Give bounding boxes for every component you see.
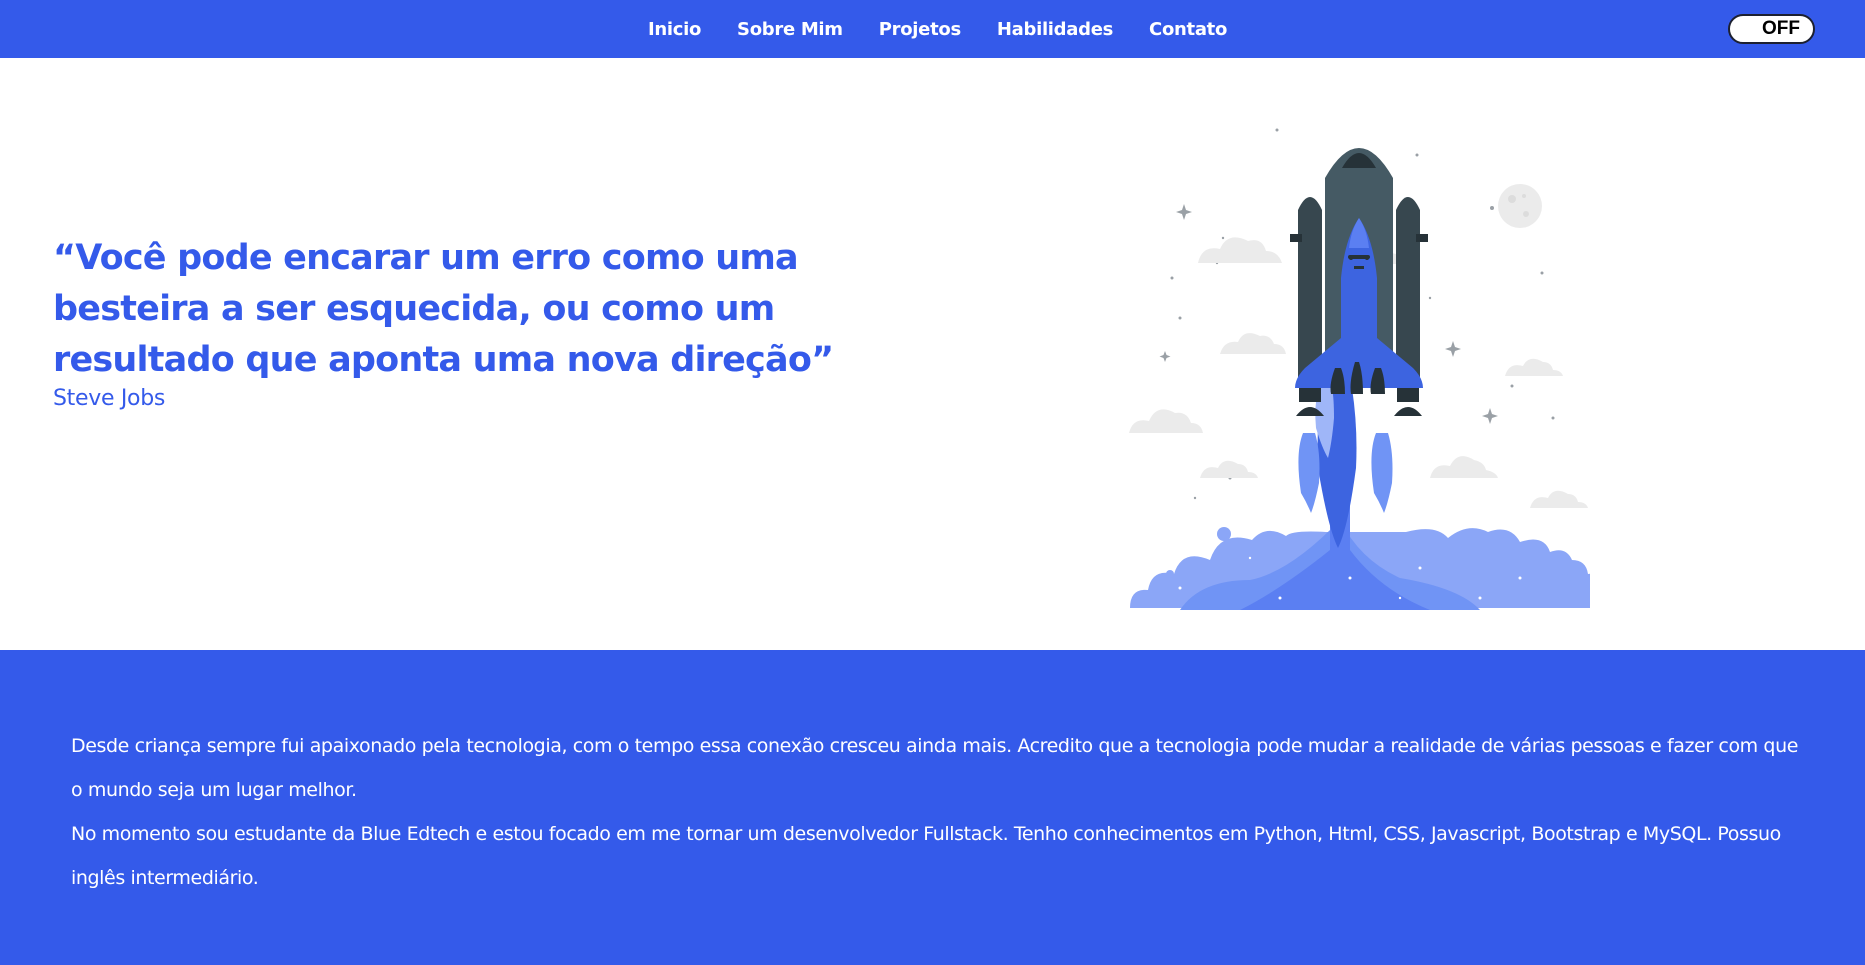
theme-toggle[interactable]: OFF bbox=[1728, 14, 1815, 44]
smoke-icon bbox=[1130, 380, 1590, 610]
hero-quote: “Você pode encarar um erro como uma best… bbox=[53, 238, 834, 380]
nav-links: Inicio Sobre Mim Projetos Habilidades Co… bbox=[0, 0, 1865, 58]
nav-link-contato[interactable]: Contato bbox=[1149, 19, 1227, 40]
nav-link-inicio[interactable]: Inicio bbox=[648, 19, 701, 40]
toggle-label: OFF bbox=[1762, 18, 1800, 39]
nav-link-sobre-mim[interactable]: Sobre Mim bbox=[737, 19, 843, 40]
about-paragraph-2: No momento sou estudante da Blue Edtech … bbox=[71, 823, 1781, 889]
rocket-icon bbox=[1290, 148, 1428, 416]
about-section: Desde criança sempre fui apaixonado pela… bbox=[0, 650, 1865, 965]
quote-author: Steve Jobs bbox=[53, 386, 166, 411]
nav-link-habilidades[interactable]: Habilidades bbox=[997, 19, 1113, 40]
hero-section: “Você pode encarar um erro como uma best… bbox=[0, 58, 1865, 650]
about-paragraph-1: Desde criança sempre fui apaixonado pela… bbox=[71, 735, 1799, 801]
about-text: Desde criança sempre fui apaixonado pela… bbox=[71, 724, 1806, 900]
rocket-launch-illustration bbox=[1129, 128, 1590, 610]
nav-link-projetos[interactable]: Projetos bbox=[879, 19, 961, 40]
moon-icon bbox=[1498, 184, 1542, 228]
navbar: Inicio Sobre Mim Projetos Habilidades Co… bbox=[0, 0, 1865, 58]
